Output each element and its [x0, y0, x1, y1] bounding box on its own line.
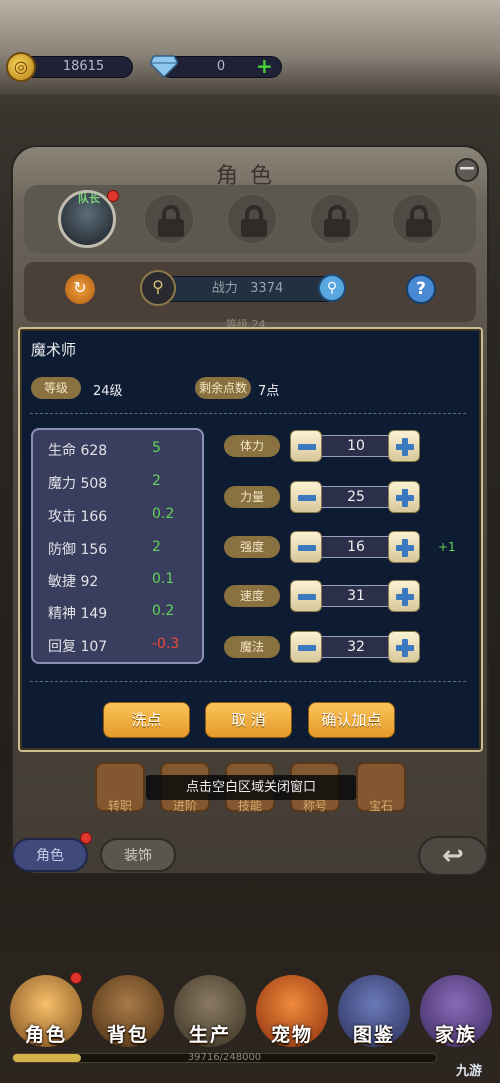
search-icon[interactable]: ⚲: [318, 274, 346, 302]
plus-icon: [396, 639, 414, 657]
stat-delta: 0.2: [152, 506, 175, 522]
nav-label: 家族: [434, 1024, 477, 1046]
top-background: [0, 0, 500, 95]
lock-icon[interactable]: [143, 193, 195, 245]
decrease-button[interactable]: [290, 531, 322, 563]
diamond-icon: [150, 55, 178, 78]
attr-stepper: 16: [290, 531, 420, 563]
points-value: 7点: [258, 384, 280, 399]
notification-dot: [70, 972, 82, 984]
minus-icon: [298, 645, 316, 651]
nav-label: 宠物: [270, 1024, 313, 1046]
stat-delta: -0.3: [152, 636, 180, 652]
stat-name: 敏捷 92: [48, 574, 99, 590]
nav-label: 图鉴: [352, 1024, 395, 1046]
decrease-button[interactable]: [290, 481, 322, 513]
power-value: 3374: [250, 281, 284, 296]
stat-name: 防御 156: [48, 542, 108, 558]
minus-icon: [298, 495, 316, 501]
stat-delta: 5: [152, 440, 161, 456]
decrease-button[interactable]: [290, 631, 322, 663]
plus-icon: [396, 588, 414, 606]
attr-label: 体力: [224, 435, 280, 457]
staff-icon: ⚲: [140, 270, 176, 306]
lock-icon[interactable]: [226, 193, 278, 245]
divider: [30, 681, 466, 682]
add-diamond-icon[interactable]: +: [256, 56, 273, 76]
attr-label: 力量: [224, 486, 280, 508]
stat-name: 回复 107: [48, 639, 108, 655]
attr-stepper: 10: [290, 430, 420, 462]
attr-label: 强度: [224, 536, 280, 558]
plus-icon: [396, 438, 414, 456]
captain-tag: 队长: [78, 192, 100, 205]
stat-name: 攻击 166: [48, 509, 108, 525]
stat-name: 精神 149: [48, 606, 108, 622]
back-arrow-icon[interactable]: ↩: [418, 836, 488, 876]
tab-decor[interactable]: 装饰: [100, 838, 176, 872]
nav-label: 角色: [24, 1024, 67, 1046]
increase-button[interactable]: [388, 531, 420, 563]
plus-icon: [396, 539, 414, 557]
sub-menu-label: 宝石: [368, 799, 393, 813]
stat-delta: 0.1: [152, 571, 175, 587]
divider: [30, 413, 466, 414]
collapse-button[interactable]: −: [455, 158, 479, 182]
lock-icon[interactable]: [309, 193, 361, 245]
dialog-title: 魔术师: [31, 341, 77, 359]
notification-dot: [107, 190, 119, 202]
xp-text: 39716/248000: [187, 1052, 262, 1063]
game-screen: { "resources": {"gold": "18615", "diamon…: [0, 0, 500, 1083]
stat-name: 魔力 508: [48, 476, 108, 492]
nav-label: 背包: [106, 1024, 149, 1046]
minus-icon: [298, 444, 316, 450]
stat-delta: 2: [152, 539, 161, 555]
level-label: 等级: [31, 377, 81, 399]
watermark-logo: 九游: [456, 1064, 483, 1079]
power-display: 战力 3374: [150, 276, 345, 302]
help-icon[interactable]: ?: [406, 274, 436, 304]
stat-name: 生命 628: [48, 443, 108, 459]
increase-button[interactable]: [388, 580, 420, 612]
plus-icon: [396, 489, 414, 507]
attr-label: 魔法: [224, 636, 280, 658]
increase-button[interactable]: [388, 430, 420, 462]
refresh-icon[interactable]: ↻: [65, 274, 95, 304]
cancel-button[interactable]: 取 消: [205, 702, 292, 738]
gold-coin-icon: ◎: [6, 52, 36, 82]
attr-label: 速度: [224, 585, 280, 607]
level-value: 24级: [93, 384, 123, 399]
decrease-button[interactable]: [290, 580, 322, 612]
minus-icon: [298, 545, 316, 551]
nav-label: 生产: [188, 1024, 231, 1046]
attr-stepper: 32: [290, 631, 420, 663]
increase-button[interactable]: [388, 481, 420, 513]
attr-bonus: +1: [438, 540, 456, 554]
minus-icon: [298, 594, 316, 600]
power-label: 战力: [211, 281, 238, 296]
tab-character[interactable]: 角色: [12, 838, 88, 872]
reset-points-button[interactable]: 洗点: [103, 702, 190, 738]
stat-delta: 2: [152, 473, 161, 489]
close-hint-toast: 点击空白区域关闭窗口: [146, 775, 356, 800]
notification-dot: [80, 832, 92, 844]
points-label: 剩余点数: [195, 377, 251, 399]
diamond-value: 0: [216, 59, 226, 74]
attr-stepper: 31: [290, 580, 420, 612]
attr-stepper: 25: [290, 481, 420, 513]
decrease-button[interactable]: [290, 430, 322, 462]
sub-menu-label: 转职: [107, 799, 132, 813]
lock-icon[interactable]: [391, 193, 443, 245]
increase-button[interactable]: [388, 631, 420, 663]
stat-delta: 0.2: [152, 603, 175, 619]
gold-value: 18615: [62, 59, 105, 74]
confirm-points-button[interactable]: 确认加点: [308, 702, 395, 738]
